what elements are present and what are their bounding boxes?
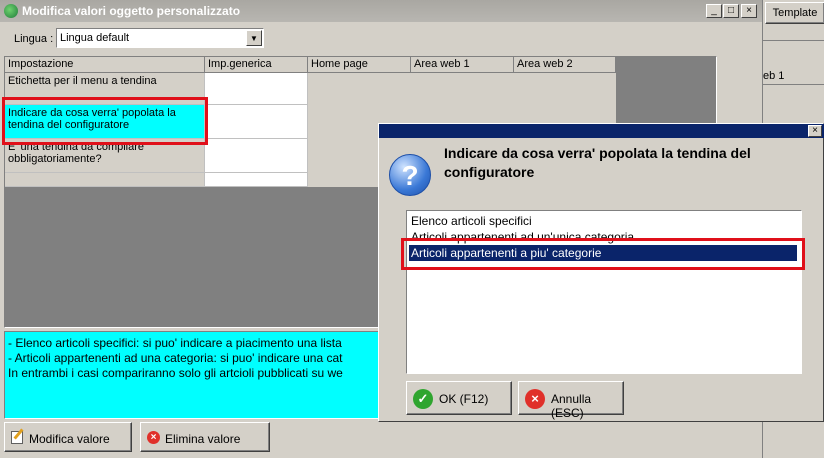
background-panel-line-2 [763, 84, 824, 85]
select-dialog: × ? Indicare da cosa verra' popolata la … [378, 123, 824, 422]
grid-header-area-web-1[interactable]: Area web 1 [411, 57, 514, 73]
grid-row-1-value[interactable] [205, 73, 308, 105]
cancel-icon: × [525, 389, 545, 409]
cancel-label: Annulla (ESC) [551, 392, 592, 420]
grid-header-area-web-2[interactable]: Area web 2 [514, 57, 616, 73]
elimina-valore-button[interactable]: × Elimina valore [140, 422, 270, 452]
background-side-label: eb 1 [763, 70, 785, 82]
grid-row-3-value[interactable] [205, 139, 308, 173]
window-title: Modifica valori oggetto personalizzato [22, 4, 241, 18]
chevron-down-icon[interactable]: ▼ [246, 30, 262, 46]
dialog-close-button[interactable]: × [808, 125, 822, 137]
grid-row-4-value [205, 173, 308, 187]
title-bar: Modifica valori oggetto personalizzato _… [0, 0, 762, 22]
grid-header-row: Impostazione Imp.generica Home page Area… [5, 57, 616, 73]
modifica-valore-label: Modifica valore [29, 432, 110, 446]
grid-row-4-label [5, 173, 205, 187]
delete-icon: × [147, 431, 160, 444]
ok-label: OK (F12) [439, 392, 489, 406]
grid-row-2-value[interactable] [205, 105, 308, 139]
dialog-question: Indicare da cosa verra' popolata la tend… [444, 145, 751, 180]
grid-header-home-page[interactable]: Home page [308, 57, 411, 73]
template-tab[interactable]: Template [765, 2, 824, 24]
question-icon: ? [389, 154, 431, 196]
check-icon: ✓ [413, 389, 433, 409]
grid-header-impostazione[interactable]: Impostazione [5, 57, 205, 73]
option-highlight-box [401, 238, 805, 270]
lingua-select[interactable]: Lingua default ▼ [56, 28, 264, 48]
minimize-button[interactable]: _ [706, 4, 722, 18]
elimina-valore-label: Elimina valore [165, 432, 241, 446]
background-panel-line [763, 40, 824, 41]
lingua-select-value: Lingua default [60, 32, 130, 44]
grid-header-imp-generica[interactable]: Imp.generica [205, 57, 308, 73]
option-item-1[interactable]: Elenco articoli specifici [409, 213, 797, 229]
dialog-title-bar: × [379, 124, 824, 138]
maximize-button[interactable]: □ [723, 4, 739, 18]
close-window-button[interactable]: × [741, 4, 757, 18]
modifica-valore-button[interactable]: Modifica valore [4, 422, 132, 452]
options-listbox[interactable]: Elenco articoli specifici Articoli appar… [406, 210, 802, 374]
cancel-button[interactable]: × Annulla (ESC) [518, 381, 624, 420]
app-globe-icon [4, 4, 18, 18]
ok-button[interactable]: ✓ OK (F12) [406, 381, 512, 415]
row-highlight-box [2, 97, 208, 145]
lingua-label: Lingua : [14, 33, 54, 45]
